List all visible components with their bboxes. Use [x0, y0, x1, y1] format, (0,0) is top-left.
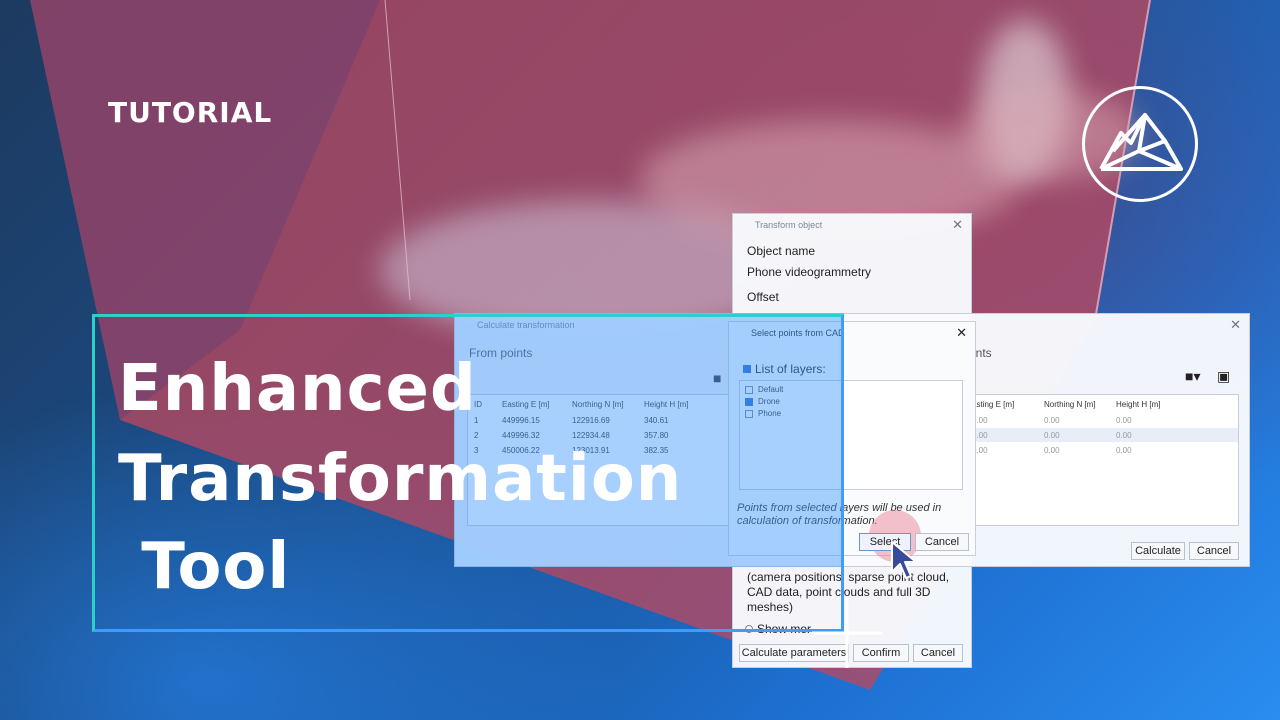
- to-points-table[interactable]: asting E [m] Northing N [m] Height H [m]…: [969, 394, 1239, 526]
- table-cell: 0.00: [1116, 446, 1132, 455]
- cancel-button[interactable]: Cancel: [913, 644, 963, 662]
- cancel-button[interactable]: Cancel: [1189, 542, 1239, 560]
- table-cell: 0.00: [1044, 446, 1060, 455]
- window-title: Transform object: [755, 220, 823, 230]
- mouse-pointer-icon: [891, 541, 917, 579]
- close-icon[interactable]: ✕: [956, 325, 967, 341]
- table-cell: 0.00: [1044, 416, 1060, 425]
- table-cell: 0.00: [1116, 431, 1132, 440]
- brand-logo: [1082, 86, 1198, 202]
- title-line-3: Tool: [118, 530, 291, 604]
- column-header: Height H [m]: [1116, 400, 1161, 409]
- close-icon[interactable]: ✕: [952, 217, 963, 233]
- folder-icon[interactable]: ■▾: [1185, 368, 1200, 385]
- column-header: Northing N [m]: [1044, 400, 1096, 409]
- offset-label: Offset: [747, 290, 779, 304]
- title-line-1: Enhanced: [118, 352, 477, 426]
- column-header: asting E [m]: [972, 400, 1015, 409]
- table-cell: 0.00: [1116, 416, 1132, 425]
- object-name-label: Object name: [747, 244, 816, 258]
- table-row-highlight: [970, 428, 1238, 442]
- calculate-button[interactable]: Calculate: [1131, 542, 1185, 560]
- table-cell: 0.00: [1044, 431, 1060, 440]
- title-line-2: Transformation: [118, 442, 683, 516]
- tutorial-tag: TUTORIAL: [108, 96, 273, 129]
- save-icon[interactable]: ▣: [1217, 368, 1230, 385]
- object-name-value[interactable]: Phone videogrammetry: [747, 265, 871, 279]
- crosshair-icon: [812, 598, 882, 668]
- close-icon[interactable]: ✕: [1230, 317, 1241, 333]
- cancel-button[interactable]: Cancel: [915, 533, 969, 551]
- mountain-logo-icon: [1099, 113, 1183, 171]
